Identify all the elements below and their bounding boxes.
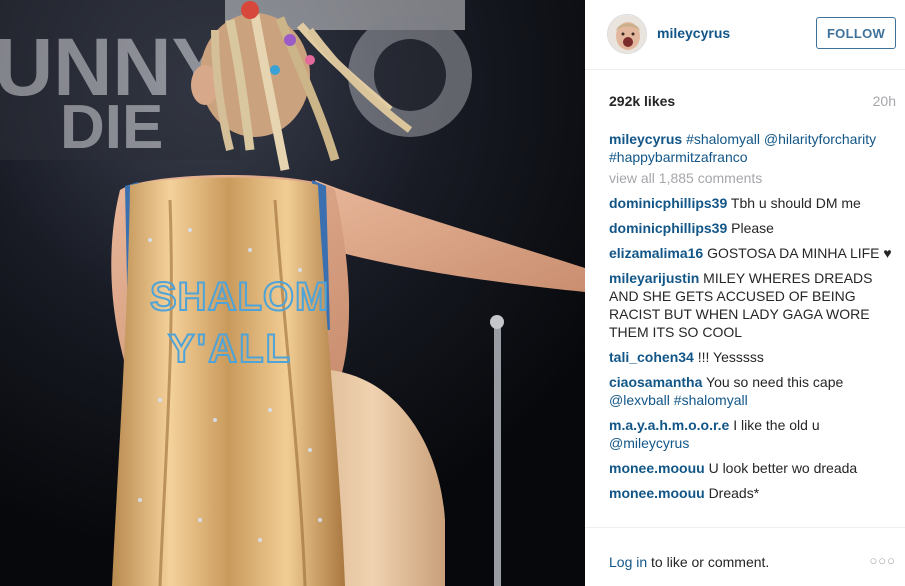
caption-hashtag-link[interactable]: #happybarmitzafranco bbox=[609, 149, 748, 165]
owner-username-link[interactable]: mileycyrus bbox=[657, 25, 730, 41]
view-all-comments-link[interactable]: view all 1,885 comments bbox=[609, 169, 894, 187]
post-side-panel: mileycyrus FOLLOW 292k likes 20h mileycy… bbox=[585, 0, 905, 586]
comment-username-link[interactable]: monee.moouu bbox=[609, 485, 705, 501]
follow-button[interactable]: FOLLOW bbox=[816, 17, 896, 49]
comment-item: dominicphillips39 Tbh u should DM me bbox=[609, 194, 894, 212]
more-options-icon[interactable]: ○○○ bbox=[869, 553, 896, 568]
cape-text-1: SHALOM bbox=[150, 275, 329, 319]
login-prompt: Log in to like or comment. bbox=[609, 554, 769, 570]
comment-username-link[interactable]: dominicphillips39 bbox=[609, 195, 727, 211]
post-header: mileycyrus FOLLOW bbox=[585, 0, 905, 70]
comment-text: Tbh u should DM me bbox=[730, 195, 861, 211]
comment-username-link[interactable]: tali_cohen34 bbox=[609, 349, 694, 365]
comment-item: tali_cohen34 !!! Yesssss bbox=[609, 348, 894, 366]
comment-item: elizamalima16 GOSTOSA DA MINHA LIFE ♥ bbox=[609, 244, 894, 262]
post-photo[interactable]: UNNY DIE SHALOM Y'ALL bbox=[0, 0, 585, 586]
comment-item: ciaosamantha You so need this cape @lexv… bbox=[609, 373, 894, 409]
comment-text: I like the old u bbox=[733, 417, 820, 433]
comment-list: mileycyrus #shalomyall @hilarityforchari… bbox=[609, 130, 894, 509]
caption-username-link[interactable]: mileycyrus bbox=[609, 131, 682, 147]
comment-text: You so need this cape bbox=[706, 374, 844, 390]
post-footer: Log in to like or comment. ○○○ bbox=[585, 527, 905, 586]
photo-illustration: UNNY DIE SHALOM Y'ALL bbox=[0, 0, 585, 586]
comment-item: m.a.y.a.h.m.o.o.r.e I like the old u @mi… bbox=[609, 416, 894, 452]
comment-text: GOSTOSA DA MINHA LIFE ♥ bbox=[707, 245, 892, 261]
comment-username-link[interactable]: dominicphillips39 bbox=[609, 220, 727, 236]
comment-text: U look better wo dreada bbox=[708, 460, 858, 476]
backdrop-text-2: DIE bbox=[60, 93, 163, 162]
login-prompt-text: to like or comment. bbox=[647, 554, 770, 570]
comment-username-link[interactable]: monee.moouu bbox=[609, 460, 705, 476]
caption-hashtag-link[interactable]: #shalomyall bbox=[686, 131, 760, 147]
comment-username-link[interactable]: m.a.y.a.h.m.o.o.r.e bbox=[609, 417, 729, 433]
comment-mention-link[interactable]: @lexvball bbox=[609, 392, 670, 408]
comment-username-link[interactable]: elizamalima16 bbox=[609, 245, 703, 261]
caption: mileycyrus #shalomyall @hilarityforchari… bbox=[609, 130, 894, 166]
avatar[interactable] bbox=[607, 14, 647, 54]
comment-mention-link[interactable]: @mileycyrus bbox=[609, 435, 689, 451]
view-all-comments: view all 1,885 comments bbox=[609, 169, 894, 187]
likes-count[interactable]: 292k likes bbox=[609, 93, 675, 109]
login-link[interactable]: Log in bbox=[609, 554, 647, 570]
cape-text-2: Y'ALL bbox=[168, 327, 292, 371]
post-age[interactable]: 20h bbox=[873, 93, 896, 109]
comment-hashtag-link[interactable]: #shalomyall bbox=[674, 392, 748, 408]
avatar-image bbox=[608, 15, 646, 53]
post-stats: 292k likes 20h bbox=[609, 93, 896, 111]
gold-cape bbox=[112, 177, 345, 586]
comment-item: monee.moouu U look better wo dreada bbox=[609, 459, 894, 477]
comment-item: monee.moouu Dreads* bbox=[609, 484, 894, 502]
comment-text: Please bbox=[731, 220, 774, 236]
comment-item: mileyarijustin MILEY WHERES DREADS AND S… bbox=[609, 269, 894, 341]
comment-text: Dreads* bbox=[708, 485, 760, 501]
comment-username-link[interactable]: mileyarijustin bbox=[609, 270, 699, 286]
comment-item: dominicphillips39 Please bbox=[609, 219, 894, 237]
comment-text: !!! Yesssss bbox=[697, 349, 764, 365]
caption-mention-link[interactable]: @hilarityforcharity bbox=[764, 131, 876, 147]
comment-username-link[interactable]: ciaosamantha bbox=[609, 374, 702, 390]
